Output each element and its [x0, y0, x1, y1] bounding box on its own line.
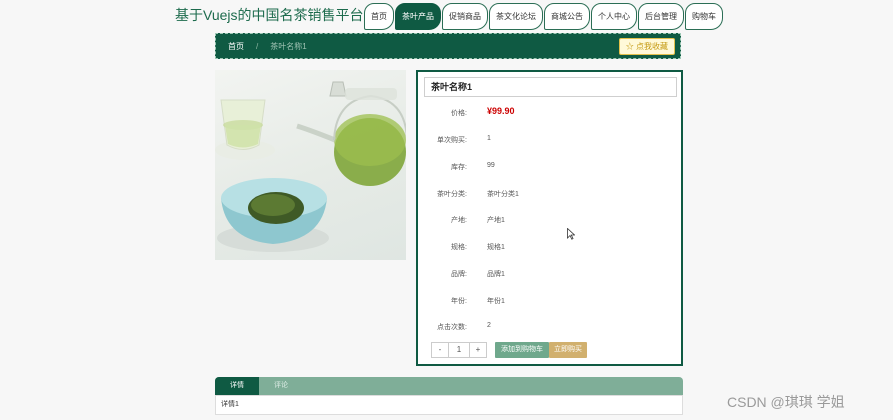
favorite-button[interactable]: ☆ 点我收藏 — [618, 38, 675, 55]
watermark: CSDN @琪琪 学姐 — [727, 394, 845, 410]
detail-content: 详情1 — [215, 395, 683, 415]
attr-label: 品牌: — [451, 271, 467, 278]
attr-value: 品牌1 — [487, 271, 505, 278]
tea-photo-illustration — [215, 81, 406, 252]
attr-label: 规格: — [451, 244, 467, 251]
product-title: 茶叶名称1 — [424, 77, 677, 97]
quantity-decrease-button[interactable]: - — [432, 343, 448, 357]
attr-label: 点击次数: — [437, 324, 467, 331]
product-info-panel: 茶叶名称1 价格: ¥99.90 单次购买: 1 库存: 99 茶叶分类: 茶叶… — [416, 70, 683, 366]
attr-label: 茶叶分类: — [437, 191, 467, 198]
price-value: ¥99.90 — [487, 106, 515, 116]
attr-label: 单次购买: — [437, 137, 467, 144]
nav-item-promotions[interactable]: 促销商品 — [442, 3, 488, 30]
detail-tabs: 详情 评论 — [215, 377, 683, 395]
quantity-stepper: - 1 + — [431, 342, 487, 358]
breadcrumb-separator: / — [256, 41, 259, 51]
nav-item-admin[interactable]: 后台管理 — [638, 3, 684, 30]
nav-item-personal-center[interactable]: 个人中心 — [591, 3, 637, 30]
attr-label: 价格: — [451, 110, 467, 117]
quantity-input[interactable]: 1 — [448, 343, 470, 357]
tab-comments[interactable]: 评论 — [259, 377, 303, 395]
product-image — [215, 70, 406, 260]
attr-value: 年份1 — [487, 298, 505, 305]
breadcrumb-current: 茶叶名称1 — [270, 41, 307, 51]
site-title: 基于Vuejs的中国名茶销售平台 — [175, 7, 364, 23]
buy-now-button[interactable]: 立即购买 — [549, 342, 587, 358]
attr-value: 2 — [487, 322, 491, 329]
attr-value: 茶叶分类1 — [487, 191, 519, 198]
quantity-increase-button[interactable]: + — [470, 343, 486, 357]
attr-label: 产地: — [451, 217, 467, 224]
attr-value: 99 — [487, 162, 495, 169]
breadcrumb: 首页 / 茶叶名称1 ☆ 点我收藏 — [215, 33, 681, 59]
nav-item-forum[interactable]: 茶文化论坛 — [489, 3, 543, 30]
add-to-cart-button[interactable]: 添加到购物车 — [495, 342, 549, 358]
attr-value: 产地1 — [487, 217, 505, 224]
attr-value: 规格1 — [487, 244, 505, 251]
nav-item-home[interactable]: 首页 — [364, 3, 394, 30]
nav-item-tea-products[interactable]: 茶叶产品 — [395, 3, 441, 30]
attr-value: 1 — [487, 135, 491, 142]
attr-label: 库存: — [451, 164, 467, 171]
nav-item-cart[interactable]: 购物车 — [685, 3, 723, 30]
breadcrumb-home[interactable]: 首页 — [228, 41, 244, 52]
tab-details[interactable]: 详情 — [215, 377, 259, 395]
main-nav: 首页 茶叶产品 促销商品 茶文化论坛 商城公告 个人中心 后台管理 购物车 — [364, 3, 724, 31]
nav-item-announcements[interactable]: 商城公告 — [544, 3, 590, 30]
mouse-cursor-icon — [567, 228, 575, 240]
attr-label: 年份: — [451, 298, 467, 305]
